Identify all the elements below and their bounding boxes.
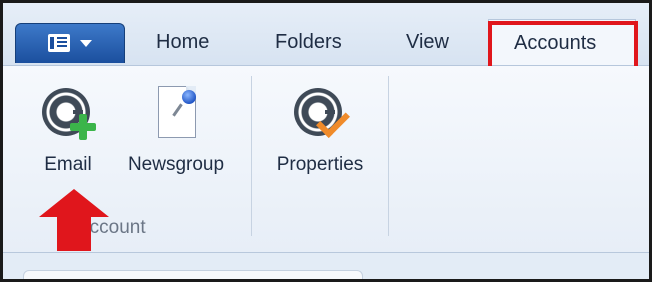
properties-icon	[292, 86, 350, 142]
newsgroup-label: Newsgroup	[127, 154, 225, 175]
properties-label: Properties	[276, 154, 364, 175]
tab-view[interactable]: View	[406, 31, 449, 54]
group-separator	[388, 76, 389, 236]
ribbon-panel: Email Newsgroup Properties w Account	[3, 66, 649, 253]
red-up-arrow	[39, 189, 109, 251]
app-menu-button[interactable]	[15, 23, 125, 63]
tab-home[interactable]: Home	[156, 31, 209, 54]
window-frame: Home Folders View Accounts Email Newsgro…	[0, 0, 652, 282]
email-button[interactable]: Email	[33, 86, 103, 176]
properties-button[interactable]: Properties	[261, 86, 379, 176]
newsgroup-button[interactable]: Newsgroup	[113, 86, 239, 176]
group-separator	[251, 76, 252, 236]
ribbon-tab-bar: Home Folders View Accounts	[3, 3, 649, 87]
email-add-icon	[40, 86, 96, 142]
email-label: Email	[44, 154, 92, 175]
content-panel	[23, 270, 363, 279]
app-menu-icon	[48, 34, 70, 52]
chevron-down-icon	[80, 40, 92, 47]
newsgroup-icon	[148, 86, 204, 142]
tab-folders[interactable]: Folders	[275, 31, 342, 54]
